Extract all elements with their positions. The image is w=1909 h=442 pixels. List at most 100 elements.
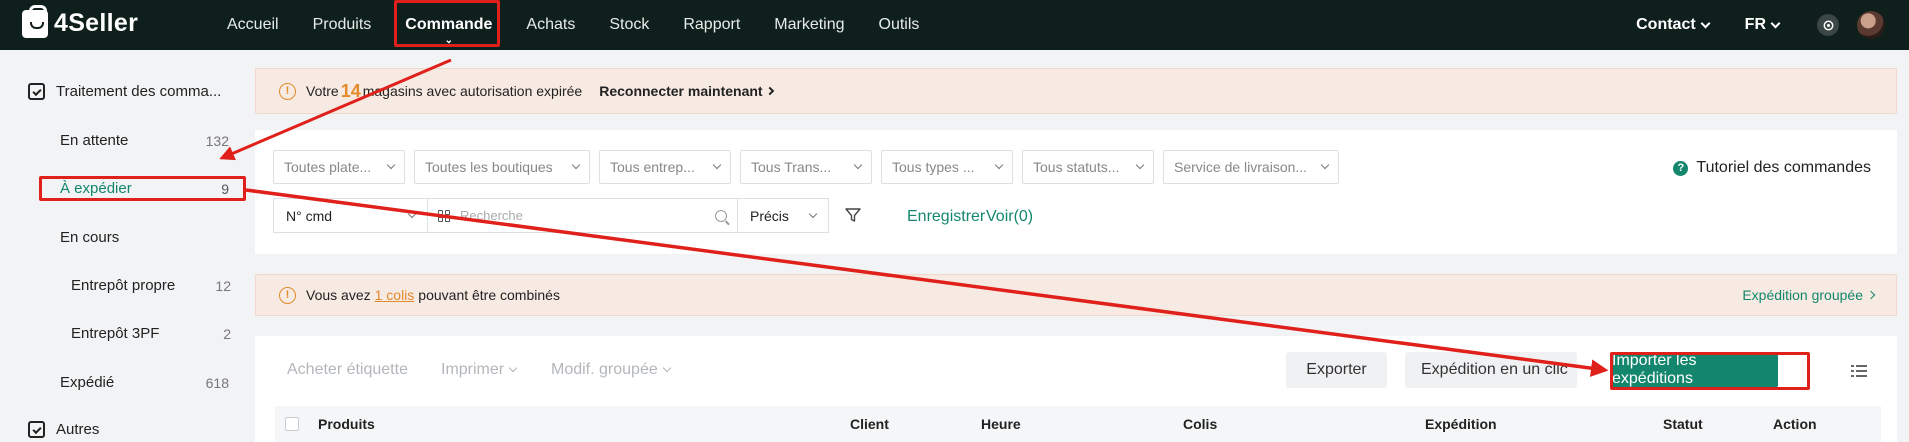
nav-item-outils[interactable]: Outils bbox=[862, 0, 937, 50]
select-value: Tous statuts... bbox=[1033, 159, 1120, 175]
nav-item-achats[interactable]: Achats bbox=[509, 0, 592, 50]
sidebar-item-count: 12 bbox=[215, 277, 231, 294]
clipboard-check-icon bbox=[28, 83, 45, 100]
sidebar-group-order-processing[interactable]: Traitement des comma... bbox=[28, 83, 221, 100]
nav-item-rapport[interactable]: Rapport bbox=[666, 0, 757, 50]
nav-item-produits[interactable]: Produits bbox=[296, 0, 389, 50]
chevron-down-icon bbox=[853, 160, 863, 170]
chevron-down-icon bbox=[662, 363, 671, 373]
nav-label: Accueil bbox=[227, 16, 279, 33]
view-saved-filters-link[interactable]: Voir(0) bbox=[986, 208, 1033, 226]
column-settings-icon[interactable] bbox=[1851, 364, 1867, 378]
type-filter-select[interactable]: Tous types ... bbox=[881, 150, 1013, 184]
nav-label: Stock bbox=[609, 16, 650, 33]
combinable-parcels-link[interactable]: 1 colis bbox=[375, 287, 415, 303]
nav-item-commande[interactable]: Commande ⌄ bbox=[388, 0, 509, 50]
sidebar-item-label: Expédié bbox=[60, 374, 115, 391]
select-value: Tous entrep... bbox=[610, 159, 695, 175]
import-shipments-button[interactable]: Importer les expéditions bbox=[1612, 352, 1778, 388]
user-avatar[interactable] bbox=[1857, 11, 1885, 39]
sidebar-item-count: 9 bbox=[221, 180, 229, 197]
sidebar-item-a-expedier[interactable]: À expédier 9 bbox=[60, 180, 229, 197]
shopping-bag-icon bbox=[22, 4, 48, 38]
delivery-service-filter-select[interactable]: Service de livraison... bbox=[1163, 150, 1339, 184]
chevron-down-icon bbox=[1135, 160, 1145, 170]
nav-label: Marketing bbox=[774, 16, 845, 33]
sidebar-item-label: Entrepôt propre bbox=[71, 277, 176, 294]
alert-text-suffix: pouvant être combinés bbox=[418, 287, 560, 303]
sidebar-item-en-attente[interactable]: En attente 132 bbox=[60, 132, 229, 149]
chevron-down-icon bbox=[712, 160, 722, 170]
buy-label-button[interactable]: Acheter étiquette bbox=[287, 361, 408, 379]
chevron-down-icon bbox=[994, 160, 1004, 170]
chevron-down-icon bbox=[386, 160, 396, 170]
button-label: Imprimer bbox=[441, 361, 505, 378]
sidebar-group-title: Autres bbox=[56, 421, 100, 438]
match-mode-select[interactable]: Précis bbox=[738, 198, 829, 233]
nav-item-marketing[interactable]: Marketing bbox=[757, 0, 861, 50]
sidebar-item-count: 2 bbox=[223, 325, 231, 342]
logo[interactable]: 4Seller bbox=[22, 4, 139, 38]
contact-dropdown[interactable]: Contact bbox=[1636, 16, 1711, 34]
sidebar-item-expedie[interactable]: Expédié 618 bbox=[60, 374, 229, 391]
combine-parcels-alert: ! Vous avez 1 colis pouvant être combiné… bbox=[255, 274, 1897, 316]
settings-gear-icon[interactable] bbox=[1817, 14, 1839, 36]
chevron-down-icon bbox=[1770, 18, 1781, 28]
nav-label: Achats bbox=[526, 16, 576, 33]
warning-icon: ! bbox=[279, 82, 296, 100]
grid-icon bbox=[438, 209, 450, 222]
search-row: N° cmd Recherche Précis bbox=[273, 198, 829, 233]
platform-filter-select[interactable]: Toutes plate... bbox=[273, 150, 405, 184]
search-input[interactable]: Recherche bbox=[428, 198, 738, 233]
column-header-action: Action bbox=[1773, 416, 1817, 432]
button-label: Acheter étiquette bbox=[287, 361, 408, 378]
main-nav: Accueil Produits Commande ⌄ Achats Stock … bbox=[210, 0, 936, 50]
print-dropdown[interactable]: Imprimer bbox=[441, 361, 518, 379]
language-dropdown[interactable]: FR bbox=[1744, 16, 1781, 34]
column-header-time: Heure bbox=[981, 416, 1021, 432]
chevron-right-icon bbox=[765, 86, 774, 96]
carrier-filter-select[interactable]: Tous Trans... bbox=[740, 150, 872, 184]
export-button[interactable]: Exporter bbox=[1286, 352, 1387, 388]
select-value: N° cmd bbox=[286, 207, 333, 224]
expired-store-count: 14 bbox=[340, 80, 361, 101]
select-value: Tous Trans... bbox=[751, 159, 832, 175]
alert-text-prefix: Vous avez bbox=[306, 287, 371, 303]
search-field-select[interactable]: N° cmd bbox=[273, 198, 428, 233]
brand-name: 4Seller bbox=[54, 9, 139, 37]
grouped-shipping-label: Expédition groupée bbox=[1742, 287, 1863, 303]
save-filter-link[interactable]: Enregistrer bbox=[907, 208, 985, 226]
nav-label: Rapport bbox=[683, 16, 741, 33]
status-filter-select[interactable]: Tous statuts... bbox=[1022, 150, 1154, 184]
warning-icon: ! bbox=[279, 286, 296, 304]
sidebar: Traitement des comma... En attente 132 À… bbox=[0, 50, 245, 442]
bulk-edit-dropdown[interactable]: Modif. groupée bbox=[551, 361, 671, 379]
select-value: Service de livraison... bbox=[1174, 159, 1308, 175]
nav-label: Produits bbox=[312, 16, 372, 33]
select-all-checkbox[interactable] bbox=[285, 417, 299, 431]
sidebar-group-title: Traitement des comma... bbox=[56, 83, 222, 100]
sidebar-item-label: Entrepôt 3PF bbox=[71, 325, 160, 342]
orders-toolbar-panel: Acheter étiquette Imprimer Modif. groupé… bbox=[255, 336, 1897, 442]
nav-item-stock[interactable]: Stock bbox=[592, 0, 666, 50]
nav-item-accueil[interactable]: Accueil bbox=[210, 0, 296, 50]
reconnect-label: Reconnecter maintenant bbox=[599, 83, 763, 99]
grouped-shipping-link[interactable]: Expédition groupée bbox=[1742, 287, 1876, 303]
sidebar-item-count: 618 bbox=[205, 374, 229, 391]
sidebar-item-entrepot-3pf[interactable]: Entrepôt 3PF 2 bbox=[71, 325, 231, 342]
one-click-shipping-button[interactable]: Expédition en un clic bbox=[1405, 352, 1577, 388]
warehouse-filter-select[interactable]: Tous entrep... bbox=[599, 150, 731, 184]
language-label: FR bbox=[1744, 16, 1766, 33]
sidebar-group-autres[interactable]: Autres bbox=[28, 421, 99, 438]
reconnect-now-link[interactable]: Reconnecter maintenant bbox=[599, 83, 774, 99]
chevron-down-icon bbox=[407, 209, 417, 218]
tutorial-label: Tutoriel des commandes bbox=[1696, 159, 1871, 176]
order-tutorial-link[interactable]: ? Tutoriel des commandes bbox=[1673, 159, 1871, 177]
filter-funnel-icon[interactable] bbox=[845, 207, 861, 223]
sidebar-item-entrepot-propre[interactable]: Entrepôt propre 12 bbox=[71, 277, 231, 294]
select-value: Toutes les boutiques bbox=[425, 159, 553, 175]
search-icon[interactable] bbox=[715, 209, 727, 222]
sidebar-item-en-cours[interactable]: En cours bbox=[60, 229, 229, 246]
contact-label: Contact bbox=[1636, 16, 1696, 33]
shop-filter-select[interactable]: Toutes les boutiques bbox=[414, 150, 590, 184]
